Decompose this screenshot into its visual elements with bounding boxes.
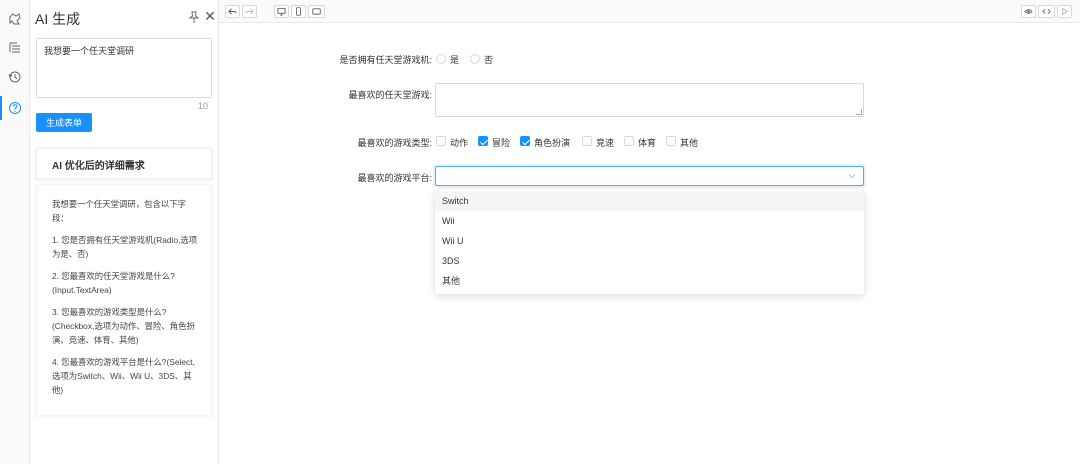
redo-icon[interactable] [242, 5, 257, 18]
platform-option-wii-u[interactable]: Wii U [435, 231, 864, 251]
platform-dropdown: Switch Wii Wii U 3DS 其他 [435, 190, 864, 294]
own-console-label: 是否拥有任天堂游戏机: [339, 55, 432, 65]
help-icon[interactable] [6, 99, 24, 117]
checkbox-adventure-label: 冒险 [492, 138, 511, 148]
radio-yes[interactable] [436, 54, 446, 64]
platform-label: 最喜欢的游戏平台: [357, 173, 432, 183]
platform-option-other[interactable]: 其他 [435, 271, 864, 291]
platform-select[interactable] [435, 166, 864, 186]
pin-icon[interactable] [188, 10, 200, 24]
prompt-input[interactable]: 我想要一个任天堂调研 [36, 38, 212, 98]
optimized-requirements-body: 我想要一个任天堂调研，包含以下字段： 1. 您是否拥有任天堂游戏机(Radio,… [36, 184, 212, 416]
platform-option-3ds[interactable]: 3DS [435, 251, 864, 271]
checkbox-adventure[interactable] [478, 136, 488, 146]
form-builder-app: AI 生成 ✕ 我想要一个任天堂调研 10 生成表单 AI 优化后的详细需求 我… [0, 0, 1080, 464]
checkbox-rpg-label: 角色扮演 [534, 138, 571, 148]
checkbox-sports[interactable] [624, 136, 634, 146]
favorite-game-textarea[interactable] [435, 83, 864, 117]
requirement-item: 4. 您最喜欢的游戏平台是什么?(Select,选项为Switch、Wii、Wi… [52, 357, 195, 395]
requirement-intro: 我想要一个任天堂调研，包含以下字段： [52, 199, 186, 223]
checkbox-racing[interactable] [582, 136, 592, 146]
optimized-requirements-title: AI 优化后的详细需求 [36, 148, 212, 179]
generate-form-button[interactable]: 生成表单 [36, 113, 92, 132]
checkbox-sports-label: 体育 [638, 138, 657, 148]
checkbox-racing-label: 竞速 [596, 138, 615, 148]
canvas-toolbar [219, 0, 1080, 23]
platform-option-switch[interactable]: Switch [435, 191, 864, 211]
requirement-item: 3. 您最喜欢的游戏类型是什么?(Checkbox,选项为动作、冒险、角色扮演、… [52, 307, 195, 345]
radio-no-label: 否 [484, 55, 494, 65]
panel-title: AI 生成 [35, 11, 81, 27]
checkbox-other[interactable] [666, 136, 676, 146]
checkbox-rpg[interactable] [520, 136, 530, 146]
preview-icon[interactable] [1021, 5, 1036, 18]
platform-option-wii[interactable]: Wii [435, 211, 864, 231]
play-icon[interactable] [1057, 5, 1072, 18]
undo-icon[interactable] [225, 5, 240, 18]
component-icon[interactable] [6, 10, 24, 28]
close-icon[interactable]: ✕ [204, 9, 216, 23]
requirement-item: 2. 您最喜欢的任天堂游戏是什么?(Input.TextArea) [52, 271, 175, 295]
game-type-label: 最喜欢的游戏类型: [357, 138, 432, 148]
tablet-icon[interactable] [308, 5, 325, 18]
favorite-game-label: 最喜欢的任天堂游戏: [348, 90, 432, 100]
checkbox-action-label: 动作 [450, 138, 469, 148]
char-count: 10 [198, 101, 209, 111]
ai-panel: AI 生成 ✕ 我想要一个任天堂调研 10 生成表单 AI 优化后的详细需求 我… [30, 0, 219, 464]
checkbox-other-label: 其他 [680, 138, 699, 148]
radio-no[interactable] [470, 54, 480, 64]
code-icon[interactable] [1038, 5, 1055, 18]
radio-yes-label: 是 [450, 55, 460, 65]
desktop-icon[interactable] [274, 5, 289, 18]
chevron-down-icon [848, 174, 856, 179]
outline-icon[interactable] [6, 39, 24, 57]
history-icon[interactable] [6, 68, 24, 86]
form-canvas: 是否拥有任天堂游戏机: 是 否 最喜欢的任天堂游戏: 最喜欢的游戏类型: 动作 … [219, 23, 1080, 464]
requirement-item: 1. 您是否拥有任天堂游戏机(Radio,选项为是、否) [52, 235, 198, 259]
active-indicator [0, 96, 2, 120]
checkbox-action[interactable] [436, 136, 446, 146]
mobile-icon[interactable] [291, 5, 306, 18]
left-rail [0, 0, 30, 464]
